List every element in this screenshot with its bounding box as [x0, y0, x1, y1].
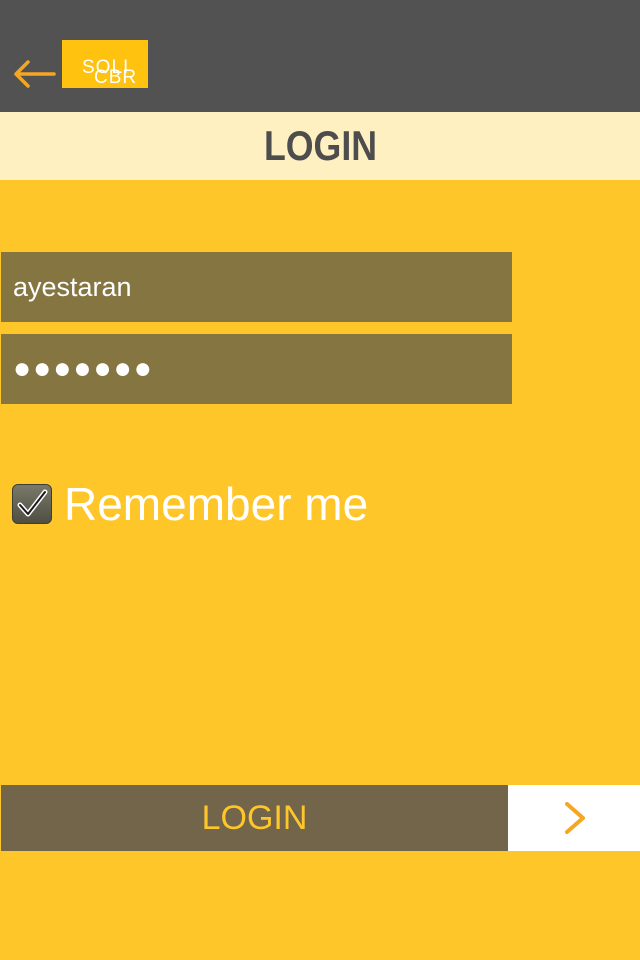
username-field[interactable]: ayestaran [1, 252, 512, 322]
checkmark-icon [17, 489, 48, 517]
title-band: LOGIN [0, 112, 640, 180]
remember-me-checkbox[interactable] [12, 484, 52, 524]
login-button-label: LOGIN [201, 798, 308, 837]
remember-me-label: Remember me [64, 478, 369, 530]
chevron-right-icon [565, 802, 585, 834]
password-value: ●●●●●●● [13, 352, 154, 385]
top-bar: SOLI CBR [0, 0, 640, 112]
back-arrow-icon [14, 60, 56, 88]
page-title: LOGIN [263, 122, 377, 169]
login-button[interactable]: LOGIN [1, 785, 508, 851]
password-field[interactable]: ●●●●●●● [1, 334, 512, 404]
remember-me-row: Remember me [12, 480, 368, 528]
logo-text-bottom: CBR [94, 67, 138, 88]
username-value: ayestaran [13, 271, 132, 302]
login-arrow-button[interactable] [508, 785, 640, 851]
back-button[interactable] [10, 54, 58, 94]
app-logo: SOLI CBR [62, 40, 148, 88]
